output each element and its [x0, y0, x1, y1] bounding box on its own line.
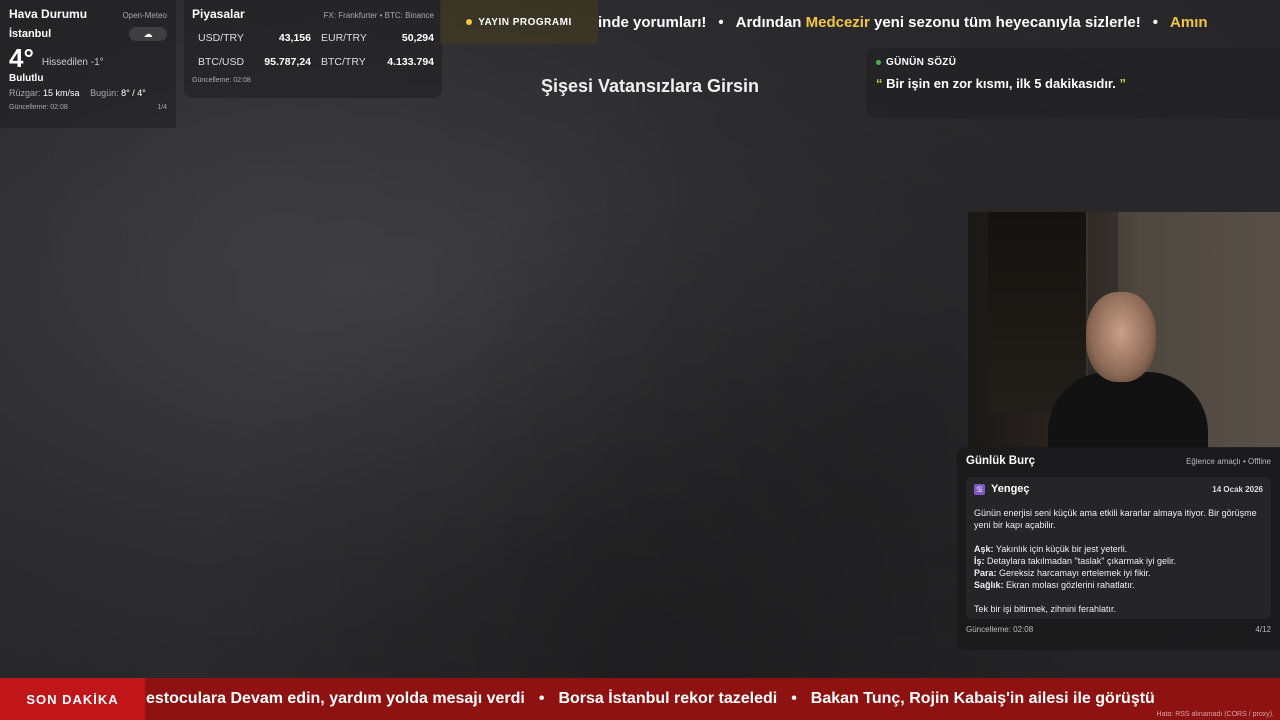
ticker-separator: •: [718, 13, 724, 31]
weather-updated: Güncelleme: 02:08: [9, 104, 68, 111]
breaking-news-label: SON DAKİKA: [0, 678, 146, 720]
ticker-separator: •: [1152, 13, 1159, 31]
market-item-eur-try: EUR/TRY 50,294: [321, 32, 434, 44]
weather-source: Open-Meteo: [122, 11, 167, 20]
webcam-feed: [968, 212, 1280, 448]
weather-page-indicator: 1/4: [157, 104, 167, 111]
cancer-sign-icon: ♋: [974, 483, 985, 495]
breaking-news-bar: SON DAKİKA estoculara Devam edin, yardım…: [0, 678, 1280, 720]
live-dot-icon: [466, 19, 473, 25]
market-item-btc-try: BTC/TRY 4.133.794: [321, 56, 434, 68]
ticker-item: inde yorumları!: [598, 13, 707, 31]
horoscope-page-indicator: 4/12: [1255, 625, 1271, 634]
horoscope-meta: Eğlence amaçlı • Offline: [1186, 457, 1271, 466]
markets-title: Piyasalar: [192, 7, 245, 21]
horoscope-text: Günün enerjisi seni küçük ama etkili kar…: [974, 508, 1257, 614]
horoscope-content: ♋ Yengeç 14 Ocak 2026 Günün enerjisi sen…: [966, 477, 1271, 619]
weather-title: Hava Durumu: [9, 7, 88, 21]
weather-temperature: 4°: [9, 43, 34, 73]
program-schedule-badge: YAYIN PROGRAMI: [440, 0, 598, 44]
breaking-news-ticker: estoculara Devam edin, yardım yolda mesa…: [146, 678, 1280, 720]
status-dot-icon: [876, 60, 881, 65]
news-separator: •: [791, 690, 797, 707]
market-item-btc-usd: BTC/USD 95.787,24: [198, 56, 311, 68]
program-schedule-label: YAYIN PROGRAMI: [478, 16, 572, 28]
webcam-person-head: [1086, 292, 1156, 382]
market-item-usd-try: USD/TRY 43,156: [198, 32, 311, 44]
rss-error-message: Hata: RSS alınamadı (CORS / proxy).: [1156, 711, 1274, 718]
horoscope-sign: Yengeç: [991, 483, 1030, 495]
markets-source: FX: Frankfurter • BTC: Binance: [323, 11, 434, 20]
top-ticker: inde yorumları! • Ardından Medcezir yeni…: [598, 0, 1280, 44]
webcam-person-body: [1048, 372, 1208, 448]
quote-label: GÜNÜN SÖZÜ: [886, 57, 957, 68]
news-item: Borsa İstanbul rekor tazeledi: [558, 690, 778, 707]
weather-feels-like: Hissedilen -1°: [41, 56, 104, 68]
quote-text: “ Bir işin en zor kısmı, ilk 5 dakikasıd…: [876, 76, 1126, 91]
horoscope-card: Günlük Burç Eğlence amaçlı • Offline ♋ Y…: [957, 447, 1280, 650]
horoscope-title: Günlük Burç: [966, 455, 1036, 467]
news-item: estoculara Devam edin, yardım yolda mesa…: [146, 690, 525, 707]
horoscope-date: 14 Ocak 2026: [1212, 484, 1263, 494]
cloud-icon: ☁: [129, 27, 167, 41]
news-separator: •: [538, 690, 545, 707]
news-item: Bakan Tunç, Rojin Kabaiş'in ailesi ile g…: [810, 690, 1155, 707]
quote-of-the-day: GÜNÜN SÖZÜ “ Bir işin en zor kısmı, ilk …: [866, 48, 1280, 118]
weather-widget: Hava Durumu Open-Meteo İstanbul ☁ 4° His…: [0, 0, 176, 128]
ticker-item: Ardından Medcezir yeni sezonu tüm heyeca…: [735, 13, 1141, 31]
horoscope-updated: Güncelleme: 02:08: [966, 625, 1034, 634]
weather-city: İstanbul: [9, 28, 52, 40]
ticker-item: Amın: [1170, 13, 1208, 31]
